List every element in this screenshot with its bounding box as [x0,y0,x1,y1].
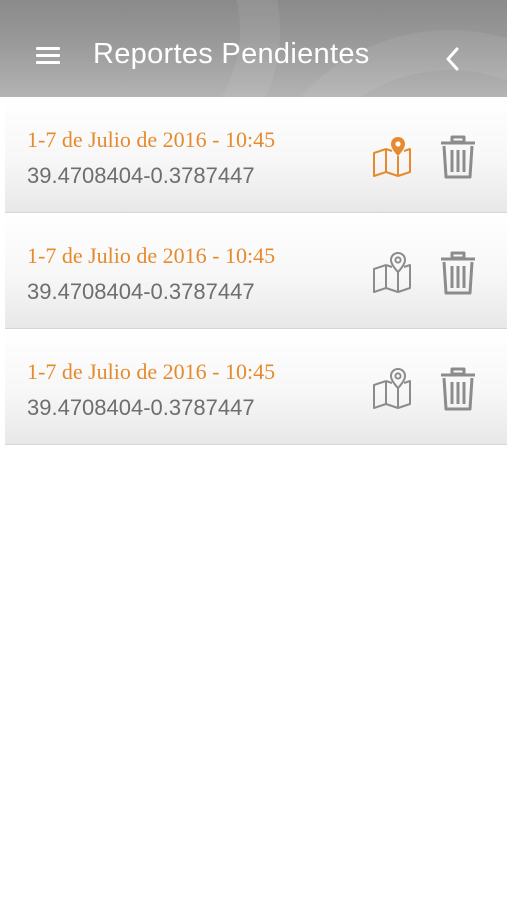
report-coordinates: 39.4708404-0.3787447 [27,279,255,304]
report-coordinates: 39.4708404-0.3787447 [27,163,255,188]
delete-button[interactable] [438,250,478,296]
back-button[interactable] [440,44,466,74]
list-item[interactable]: 1-7 de Julio de 2016 - 10:45 39.4708404-… [5,329,507,445]
report-date: 1-7 de Julio de 2016 - 10:45 [27,127,276,152]
delete-button[interactable] [438,366,478,412]
map-pin-icon [373,137,411,177]
menu-icon[interactable] [36,47,62,67]
page-title: Reportes Pendientes [93,38,370,70]
report-list: 1-7 de Julio de 2016 - 10:45 39.4708404-… [0,97,507,445]
map-pin-icon [373,368,411,409]
delete-button[interactable] [438,134,478,180]
trash-icon [441,367,475,411]
report-date: 1-7 de Julio de 2016 - 10:45 [27,243,276,268]
list-item[interactable]: 1-7 de Julio de 2016 - 10:45 39.4708404-… [5,213,507,329]
trash-icon [441,251,475,295]
report-coordinates: 39.4708404-0.3787447 [27,395,255,420]
map-pin-icon [373,252,411,293]
trash-icon [441,135,475,179]
map-button[interactable] [371,134,413,178]
map-button[interactable] [371,366,413,410]
chevron-left-icon [446,47,459,71]
list-item[interactable]: 1-7 de Julio de 2016 - 10:45 39.4708404-… [5,97,507,213]
app-header: Reportes Pendientes [0,0,507,97]
map-button[interactable] [371,250,413,294]
report-date: 1-7 de Julio de 2016 - 10:45 [27,359,276,384]
